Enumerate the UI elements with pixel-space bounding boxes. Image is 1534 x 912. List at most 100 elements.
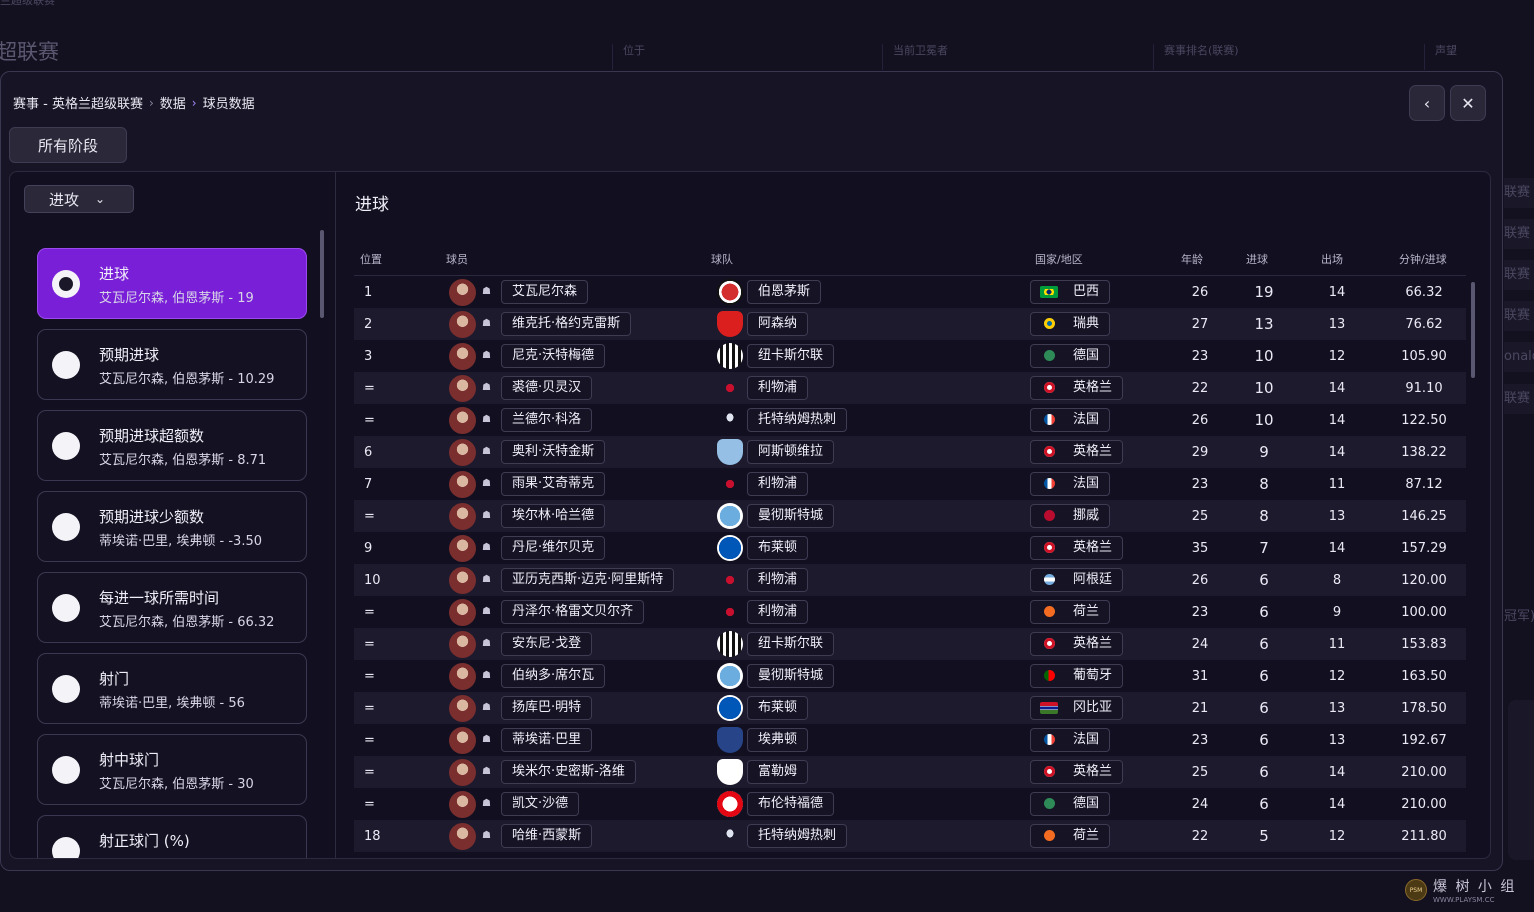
team-name-link[interactable]: 伯恩茅斯 [747,280,822,304]
table-row[interactable]: 18 ☗ 哈维·西蒙斯 托特纳姆热刺 荷兰 22 5 12 211.80 [354,820,1466,852]
table-row[interactable]: = ☗ 兰德尔·科洛 托特纳姆热刺 法国 26 10 14 122.50 [354,404,1466,436]
table-row[interactable]: = ☗ 埃米尔·史密斯-洛维 富勒姆 英格兰 25 6 14 210.00 [354,756,1466,788]
player-name-link[interactable]: 埃尔林·哈兰德 [501,504,606,528]
col-header-mins-per-goal[interactable]: 分钟/进球 [1399,251,1447,267]
player-avatar[interactable] [449,471,476,498]
player-name-link[interactable]: 亚历克西斯·迈克·阿里斯特 [501,568,675,592]
team-name-link[interactable]: 利物浦 [747,376,809,400]
player-name-link[interactable]: 维克托·格约克雷斯 [501,312,632,336]
team-name-link[interactable]: 阿斯顿维拉 [747,440,835,464]
radio-button[interactable] [52,270,80,298]
table-row[interactable]: 3 ☗ 尼克·沃特梅德 纽卡斯尔联 德国 23 10 12 105.90 [354,340,1466,372]
team-name-link[interactable]: 纽卡斯尔联 [747,632,835,656]
stat-card[interactable]: 每进一球所需时间 艾瓦尼尔森, 伯恩茅斯 - 66.32 [37,572,307,643]
player-avatar[interactable] [449,503,476,530]
table-row[interactable]: = ☗ 裘德·贝灵汉 利物浦 英格兰 22 10 14 91.10 [354,372,1466,404]
team-name-link[interactable]: 富勒姆 [747,760,809,784]
nation-link[interactable]: 挪威 [1030,504,1111,528]
stat-card[interactable]: 预期进球 艾瓦尼尔森, 伯恩茅斯 - 10.29 [37,329,307,400]
team-name-link[interactable]: 曼彻斯特城 [747,664,835,688]
breadcrumb-data[interactable]: 数据 [160,93,186,112]
left-scrollbar[interactable] [320,230,324,318]
player-name-link[interactable]: 蒂埃诺·巴里 [501,728,593,752]
radio-button[interactable] [52,756,80,784]
team-name-link[interactable]: 利物浦 [747,600,809,624]
table-row[interactable]: = ☗ 蒂埃诺·巴里 埃弗顿 法国 23 6 13 192.67 [354,724,1466,756]
close-button[interactable]: ✕ [1450,85,1486,121]
player-name-link[interactable]: 奥利·沃特金斯 [501,440,606,464]
table-row[interactable]: 7 ☗ 雨果·艾奇蒂克 利物浦 法国 23 8 11 87.12 [354,468,1466,500]
nation-link[interactable]: 德国 [1030,344,1111,368]
player-avatar[interactable] [449,375,476,402]
player-avatar[interactable] [449,759,476,786]
col-header-apps[interactable]: 出场 [1321,251,1343,267]
nation-link[interactable]: 法国 [1030,472,1111,496]
breadcrumb-competition[interactable]: 赛事 - 英格兰超级联赛 [13,93,143,112]
team-name-link[interactable]: 阿森纳 [747,312,809,336]
stat-card[interactable]: 射正球门 (%) [37,815,307,858]
nation-link[interactable]: 法国 [1030,728,1111,752]
table-row[interactable]: 2 ☗ 维克托·格约克雷斯 阿森纳 瑞典 27 13 13 76.62 [354,308,1466,340]
player-avatar[interactable] [449,439,476,466]
table-row[interactable]: = ☗ 丹泽尔·格雷文贝尔齐 利物浦 荷兰 23 6 9 100.00 [354,596,1466,628]
team-name-link[interactable]: 埃弗顿 [747,728,809,752]
radio-button[interactable] [52,837,80,858]
player-avatar[interactable] [449,791,476,818]
player-avatar[interactable] [449,695,476,722]
player-name-link[interactable]: 扬库巴·明特 [501,696,593,720]
team-name-link[interactable]: 布伦特福德 [747,792,835,816]
team-name-link[interactable]: 利物浦 [747,472,809,496]
player-avatar[interactable] [449,631,476,658]
player-name-link[interactable]: 艾瓦尼尔森 [501,280,589,304]
team-name-link[interactable]: 曼彻斯特城 [747,504,835,528]
player-name-link[interactable]: 凯文·沙德 [501,792,580,816]
table-row[interactable]: = ☗ 伯纳多·席尔瓦 曼彻斯特城 葡萄牙 31 6 12 163.50 [354,660,1466,692]
col-header-age[interactable]: 年龄 [1181,251,1203,267]
player-avatar[interactable] [449,823,476,850]
player-name-link[interactable]: 伯纳多·席尔瓦 [501,664,606,688]
back-button[interactable]: ‹ [1409,85,1445,121]
nation-link[interactable]: 法国 [1030,408,1111,432]
team-name-link[interactable]: 托特纳姆热刺 [747,824,848,848]
team-name-link[interactable]: 纽卡斯尔联 [747,344,835,368]
table-row[interactable]: = ☗ 凯文·沙德 布伦特福德 德国 24 6 14 210.00 [354,788,1466,820]
col-header-player[interactable]: 球员 [446,251,468,267]
team-name-link[interactable]: 布莱顿 [747,536,809,560]
radio-button[interactable] [52,594,80,622]
player-name-link[interactable]: 哈维·西蒙斯 [501,824,593,848]
player-name-link[interactable]: 尼克·沃特梅德 [501,344,606,368]
stat-card[interactable]: 进球 艾瓦尼尔森, 伯恩茅斯 - 19 [37,248,307,319]
player-name-link[interactable]: 丹泽尔·格雷文贝尔齐 [501,600,645,624]
category-select[interactable]: 进攻 ⌄ [24,185,134,213]
player-name-link[interactable]: 裘德·贝灵汉 [501,376,593,400]
nation-link[interactable]: 德国 [1030,792,1111,816]
player-avatar[interactable] [449,343,476,370]
table-row[interactable]: = ☗ 安东尼·戈登 纽卡斯尔联 英格兰 24 6 11 153.83 [354,628,1466,660]
nation-link[interactable]: 瑞典 [1030,312,1111,336]
table-row[interactable]: 1 ☗ 艾瓦尼尔森 伯恩茅斯 巴西 26 19 14 66.32 [354,276,1466,308]
radio-button[interactable] [52,351,80,379]
player-name-link[interactable]: 安东尼·戈登 [501,632,593,656]
table-row[interactable]: 6 ☗ 奥利·沃特金斯 阿斯顿维拉 英格兰 29 9 14 138.22 [354,436,1466,468]
table-scrollbar[interactable] [1471,282,1475,378]
player-name-link[interactable]: 埃米尔·史密斯-洛维 [501,760,636,784]
radio-button[interactable] [52,432,80,460]
table-row[interactable]: = ☗ 扬库巴·明特 布莱顿 冈比亚 21 6 13 178.50 [354,692,1466,724]
player-avatar[interactable] [449,279,476,306]
player-avatar[interactable] [449,535,476,562]
stage-filter-button[interactable]: 所有阶段 [9,127,127,163]
player-avatar[interactable] [449,407,476,434]
col-header-pos[interactable]: 位置 [360,251,382,267]
player-avatar[interactable] [449,727,476,754]
radio-button[interactable] [52,513,80,541]
stat-card[interactable]: 射门 蒂埃诺·巴里, 埃弗顿 - 56 [37,653,307,724]
team-name-link[interactable]: 利物浦 [747,568,809,592]
col-header-team[interactable]: 球队 [711,251,733,267]
team-name-link[interactable]: 布莱顿 [747,696,809,720]
col-header-goals[interactable]: 进球 [1246,251,1268,267]
table-row[interactable]: 9 ☗ 丹尼·维尔贝克 布莱顿 英格兰 35 7 14 157.29 [354,532,1466,564]
stat-card[interactable]: 预期进球超额数 艾瓦尼尔森, 伯恩茅斯 - 8.71 [37,410,307,481]
table-row[interactable]: = ☗ 埃尔林·哈兰德 曼彻斯特城 挪威 25 8 13 146.25 [354,500,1466,532]
player-avatar[interactable] [449,311,476,338]
player-name-link[interactable]: 兰德尔·科洛 [501,408,593,432]
